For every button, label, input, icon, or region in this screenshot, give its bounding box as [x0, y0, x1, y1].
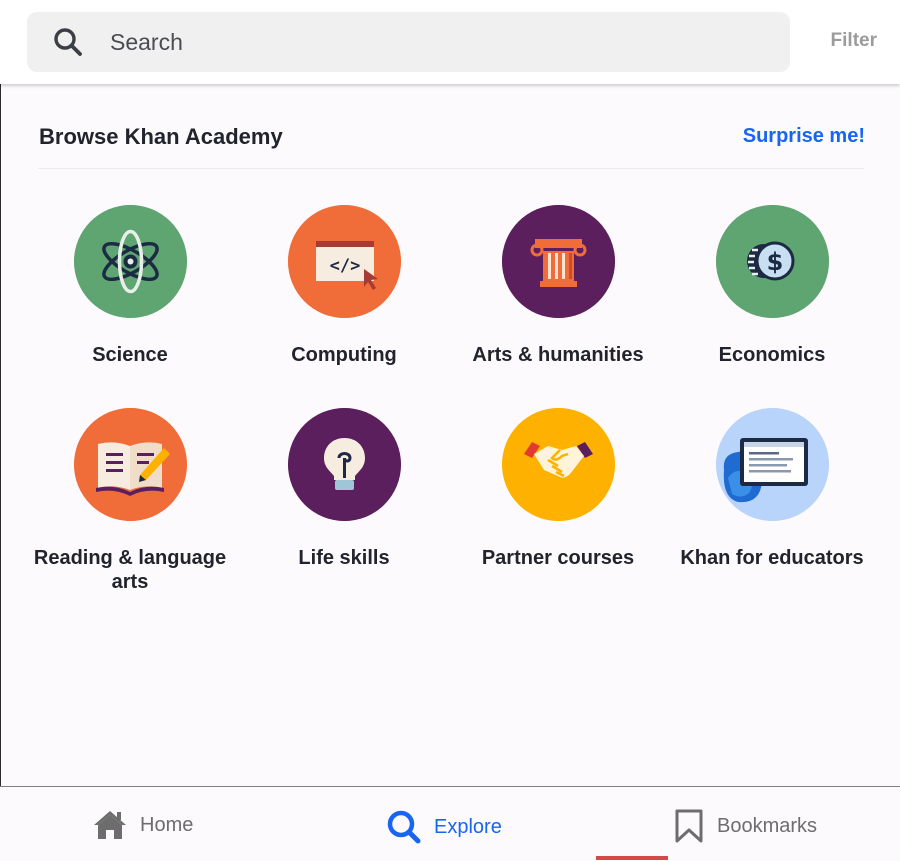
bottom-nav: Home Explore Bookmarks — [0, 786, 900, 861]
lightbulb-icon — [287, 408, 401, 521]
handshake-icon — [501, 408, 615, 521]
book-pencil-icon — [73, 408, 187, 521]
code-window-icon: </> — [287, 205, 401, 318]
subject-label: Computing — [291, 344, 397, 366]
nav-home[interactable]: Home — [92, 809, 193, 841]
nav-explore[interactable]: Explore — [386, 809, 502, 845]
subject-label: Science — [92, 344, 168, 366]
subject-label: Economics — [718, 344, 826, 366]
nav-explore-label: Explore — [434, 815, 502, 838]
nav-bookmarks-label: Bookmarks — [717, 814, 818, 837]
nav-bookmarks[interactable]: Bookmarks — [673, 809, 817, 843]
dollar-coin-icon: $ — [715, 205, 829, 318]
search-input[interactable] — [110, 26, 770, 58]
divider — [38, 168, 864, 169]
svg-text:$: $ — [766, 248, 783, 276]
browse-title: Browse Khan Academy — [39, 124, 283, 149]
subject-label: Khan for educators — [680, 547, 864, 569]
subject-grid: Science </> Computing Arts & humanities … — [23, 205, 879, 611]
search-icon — [54, 28, 82, 56]
nav-home-label: Home — [140, 813, 194, 836]
tablet-icon — [715, 408, 829, 521]
atom-icon — [73, 205, 187, 318]
surprise-me-link[interactable]: Surprise me! — [743, 125, 865, 148]
column-icon — [501, 205, 615, 318]
subject-label: Arts & humanities — [472, 344, 644, 366]
subject-tile-economics[interactable]: $ Economics — [665, 205, 879, 408]
subject-tile-science[interactable]: Science — [23, 205, 237, 408]
window-edge — [0, 0, 1, 860]
header: Filter — [0, 0, 900, 84]
subject-tile-arts-humanities[interactable]: Arts & humanities — [451, 205, 665, 408]
subject-label: Partner courses — [481, 547, 635, 569]
subject-label: Reading & language arts — [33, 547, 227, 593]
bookmark-icon — [675, 809, 703, 843]
subject-tile-partner-courses[interactable]: Partner courses — [451, 408, 665, 611]
window-accent-strip — [596, 856, 668, 860]
subject-label: Life skills — [298, 547, 390, 569]
svg-text:</>: </> — [329, 256, 360, 276]
subject-tile-reading-language-arts[interactable]: Reading & language arts — [23, 408, 237, 611]
subject-tile-computing[interactable]: </> Computing — [237, 205, 451, 408]
subject-tile-life-skills[interactable]: Life skills — [237, 408, 451, 611]
subject-tile-khan-for-educators[interactable]: Khan for educators — [665, 408, 879, 611]
filter-button[interactable]: Filter — [831, 30, 877, 52]
search-icon — [387, 810, 421, 844]
home-icon — [94, 811, 126, 839]
